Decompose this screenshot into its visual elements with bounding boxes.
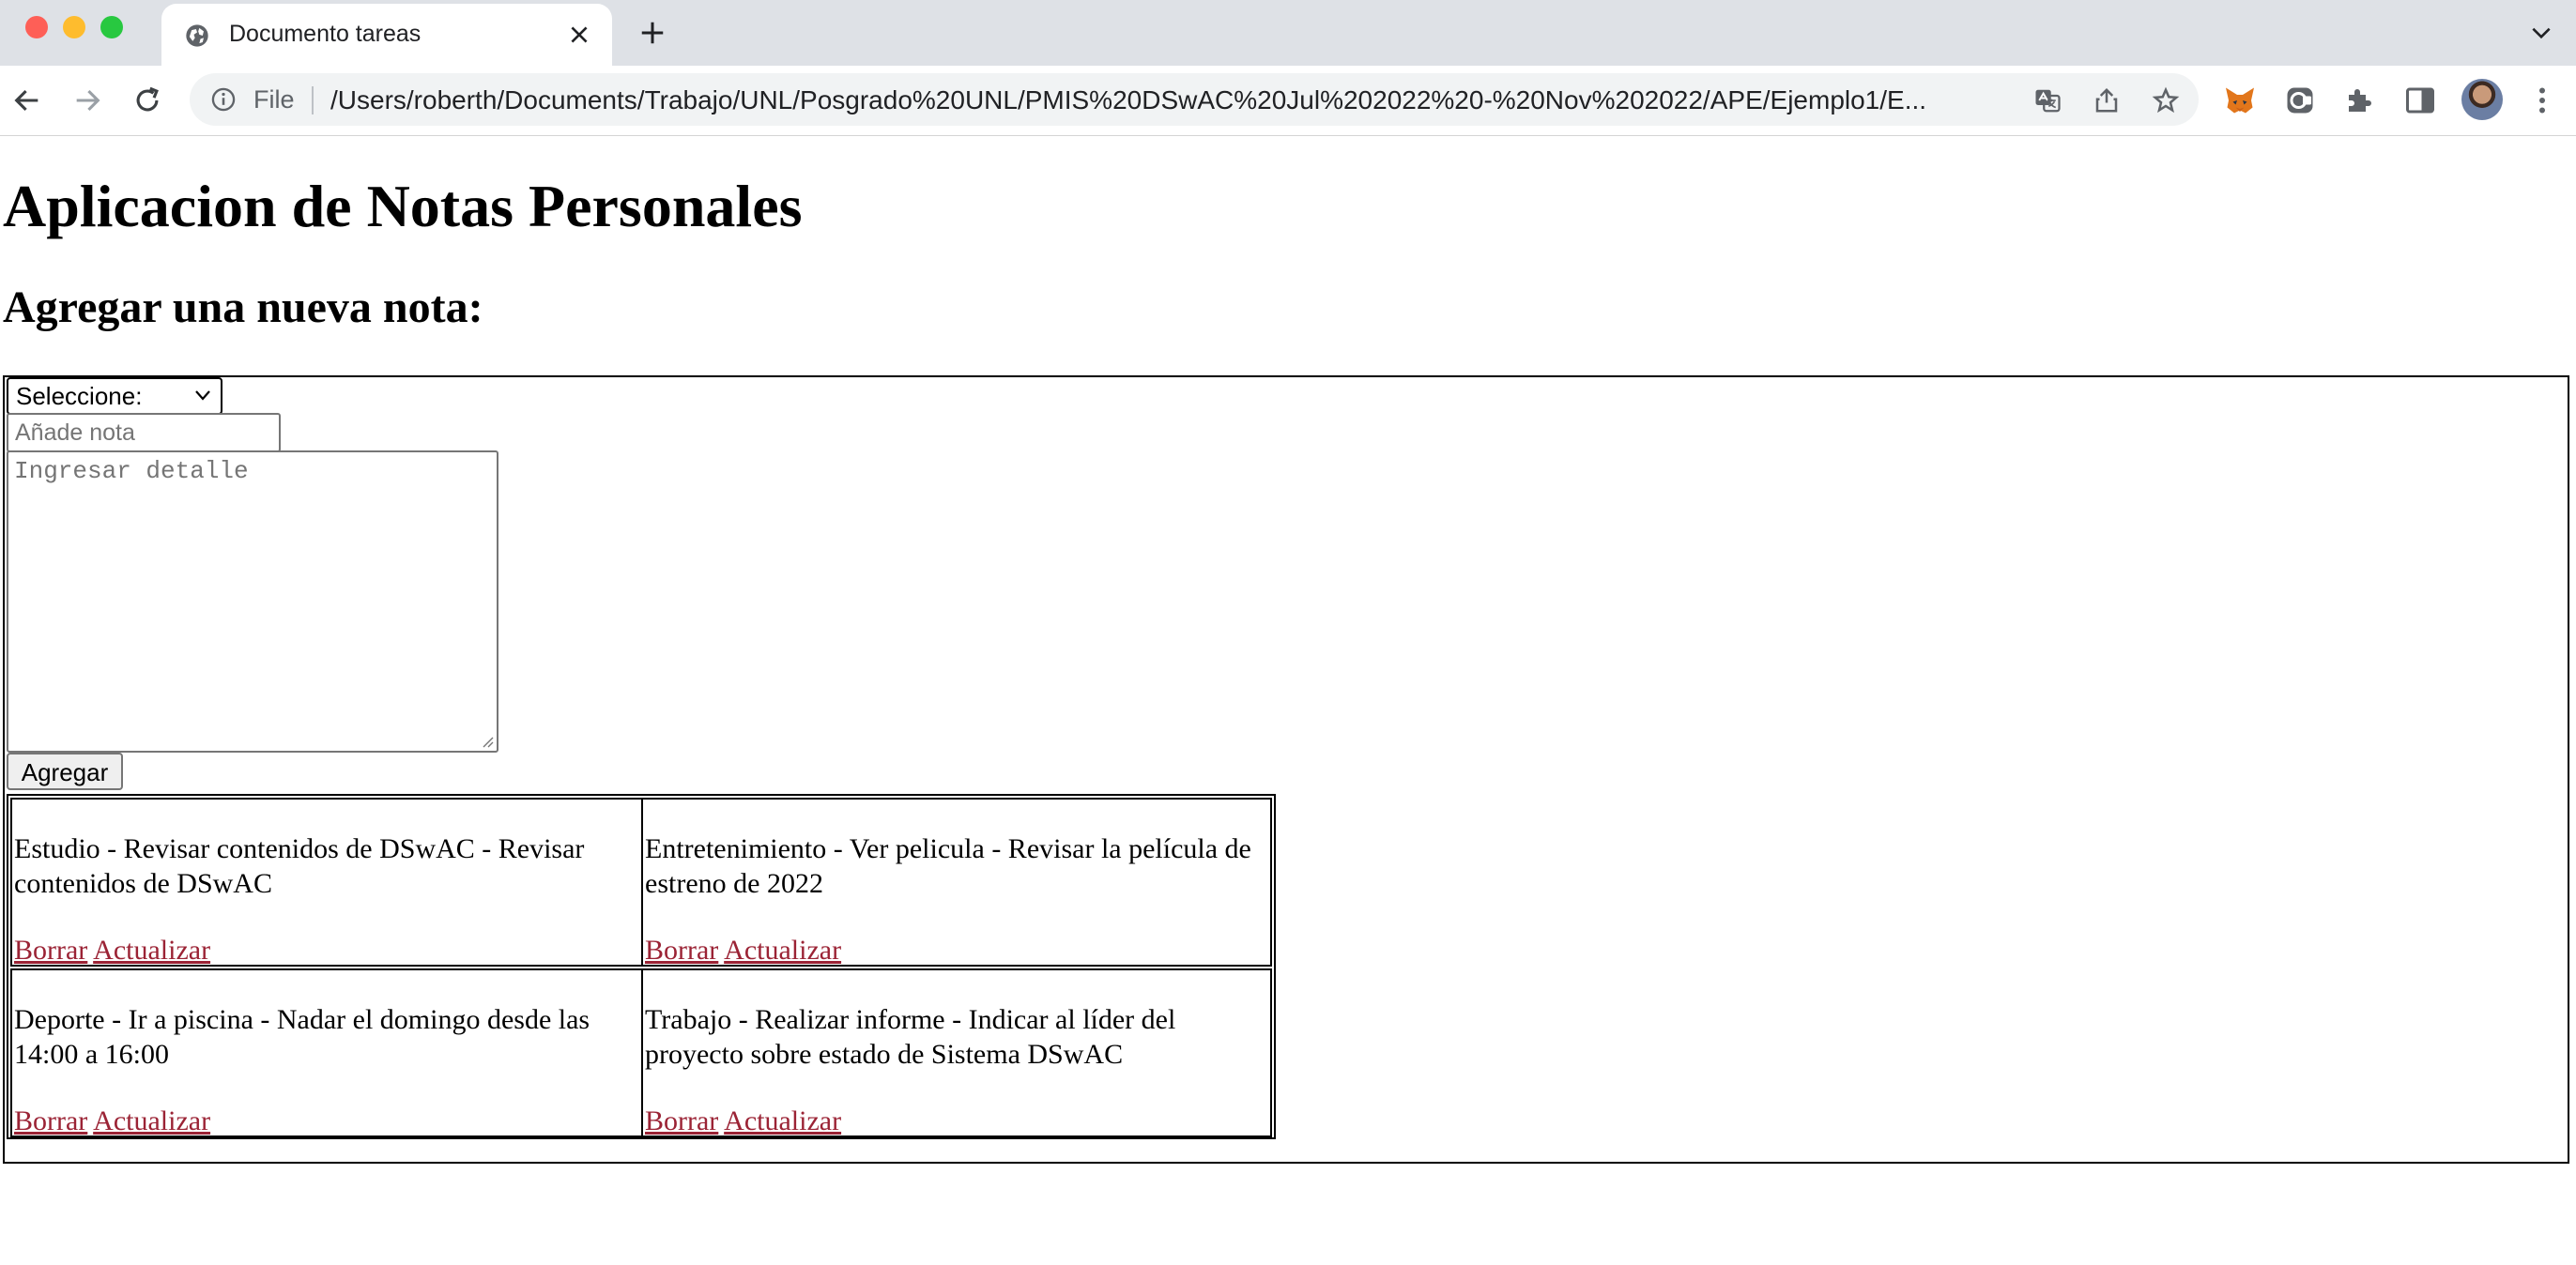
note-actions: Borrar Actualizar bbox=[14, 1104, 210, 1138]
update-note-link[interactable]: Actualizar bbox=[93, 935, 210, 966]
share-icon[interactable] bbox=[2093, 86, 2121, 114]
note-cell: Estudio - Revisar contenidos de DSwAC - … bbox=[10, 798, 643, 967]
note-text: Estudio - Revisar contenidos de DSwAC - … bbox=[14, 833, 585, 899]
add-note-button[interactable]: Agregar bbox=[7, 753, 123, 790]
bookmark-star-icon[interactable] bbox=[2152, 86, 2180, 114]
note-actions: Borrar Actualizar bbox=[645, 933, 841, 968]
info-icon[interactable] bbox=[210, 86, 237, 113]
new-tab-icon[interactable] bbox=[638, 19, 667, 47]
translate-icon[interactable] bbox=[2033, 86, 2062, 114]
address-bar[interactable]: File /Users/roberth/Documents/Trabajo/UN… bbox=[190, 73, 2199, 126]
note-text: Entretenimiento - Ver pelicula - Revisar… bbox=[645, 833, 1251, 899]
note-detail-textarea[interactable]: Ingresar detalle bbox=[7, 450, 498, 753]
back-arrow-icon[interactable] bbox=[11, 84, 43, 116]
note-title-input[interactable]: Añade nota bbox=[7, 413, 281, 452]
delete-note-link[interactable]: Borrar bbox=[14, 935, 87, 966]
puzzle-icon[interactable] bbox=[2343, 84, 2377, 117]
note-cell: Entretenimiento - Ver pelicula - Revisar… bbox=[641, 798, 1272, 967]
tab-title: Documento tareas bbox=[229, 21, 422, 47]
browser-tab[interactable]: Documento tareas bbox=[161, 4, 612, 66]
extension-icon[interactable] bbox=[2283, 84, 2317, 117]
page-content: Aplicacion de Notas Personales Agregar u… bbox=[0, 136, 2576, 1265]
kebab-menu-icon[interactable] bbox=[2525, 84, 2559, 117]
note-title-placeholder: Añade nota bbox=[15, 419, 135, 446]
delete-note-link[interactable]: Borrar bbox=[645, 935, 718, 966]
browser-toolbar: File /Users/roberth/Documents/Trabajo/UN… bbox=[0, 66, 2576, 136]
avatar[interactable] bbox=[2461, 79, 2503, 120]
window-close-button[interactable] bbox=[25, 16, 48, 38]
window-zoom-button[interactable] bbox=[100, 16, 123, 38]
note-cell: Deporte - Ir a piscina - Nadar el doming… bbox=[10, 968, 643, 1137]
note-text: Trabajo - Realizar informe - Indicar al … bbox=[645, 1004, 1176, 1070]
page-title: Aplicacion de Notas Personales bbox=[3, 173, 803, 239]
section-title: Agregar una nueva nota: bbox=[3, 282, 483, 332]
note-form: Seleccione: Añade nota Ingresar detalle … bbox=[3, 375, 2569, 1164]
delete-note-link[interactable]: Borrar bbox=[14, 1105, 87, 1136]
note-detail-placeholder: Ingresar detalle bbox=[14, 457, 249, 485]
url-text[interactable]: /Users/roberth/Documents/Trabajo/UNL/Pos… bbox=[330, 85, 2199, 115]
note-actions: Borrar Actualizar bbox=[14, 933, 210, 968]
note-cell: Trabajo - Realizar informe - Indicar al … bbox=[641, 968, 1272, 1137]
category-select-value: Seleccione: bbox=[16, 382, 143, 410]
side-panel-icon[interactable] bbox=[2403, 84, 2437, 117]
window-minimize-button[interactable] bbox=[63, 16, 85, 38]
file-scheme-label: File bbox=[253, 85, 295, 114]
address-divider bbox=[312, 86, 314, 114]
delete-note-link[interactable]: Borrar bbox=[645, 1105, 718, 1136]
update-note-link[interactable]: Actualizar bbox=[724, 1105, 841, 1136]
metamask-fox-icon[interactable] bbox=[2223, 84, 2257, 117]
notes-table: Estudio - Revisar contenidos de DSwAC - … bbox=[7, 794, 1276, 1139]
close-icon[interactable] bbox=[567, 23, 591, 47]
chevron-down-icon bbox=[195, 390, 210, 401]
category-select[interactable]: Seleccione: bbox=[7, 377, 222, 415]
browser-tab-strip: Documento tareas bbox=[0, 0, 2576, 66]
update-note-link[interactable]: Actualizar bbox=[724, 935, 841, 966]
globe-icon bbox=[186, 24, 208, 47]
chevron-down-icon[interactable] bbox=[2529, 21, 2553, 45]
note-text: Deporte - Ir a piscina - Nadar el doming… bbox=[14, 1004, 590, 1070]
note-actions: Borrar Actualizar bbox=[645, 1104, 841, 1138]
resize-grip-icon[interactable] bbox=[481, 735, 494, 748]
update-note-link[interactable]: Actualizar bbox=[93, 1105, 210, 1136]
reload-icon[interactable] bbox=[131, 84, 163, 116]
forward-arrow-icon[interactable] bbox=[71, 84, 103, 116]
